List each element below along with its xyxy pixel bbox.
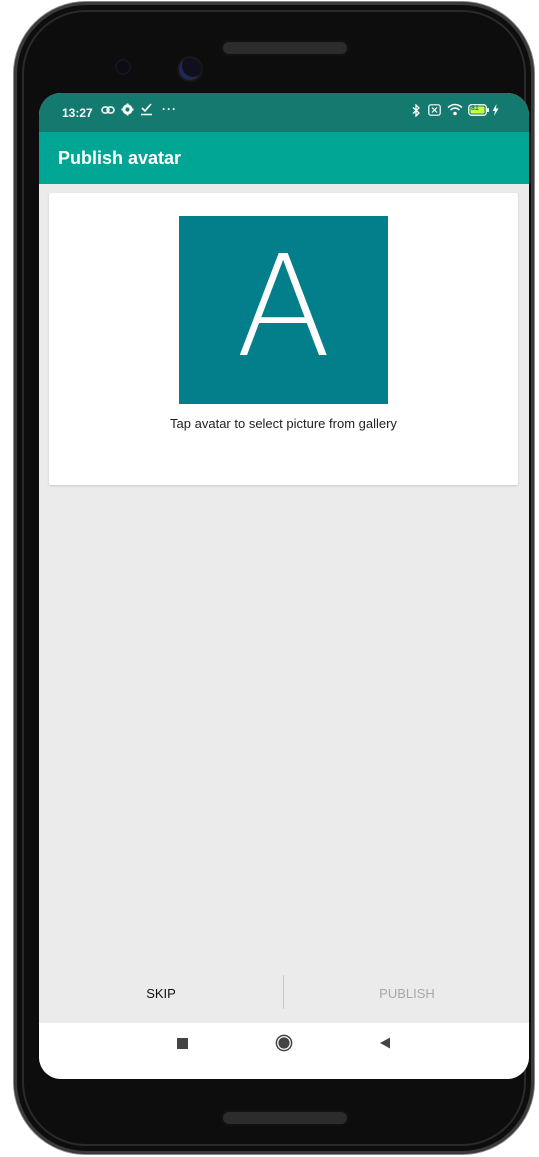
action-bar: SKIP PUBLISH	[39, 963, 529, 1023]
status-time: 13:27	[62, 106, 93, 120]
wifi-icon	[447, 103, 463, 119]
publish-button[interactable]: PUBLISH	[285, 963, 529, 1023]
skip-button[interactable]: SKIP	[39, 963, 283, 1023]
home-button[interactable]	[261, 1023, 307, 1067]
home-circle-icon	[275, 1034, 293, 1057]
recents-button[interactable]	[159, 1023, 205, 1067]
device-screen: 13:27 ··· 81 Publish avatar A Tap avatar…	[39, 93, 529, 1079]
front-camera	[179, 58, 201, 80]
sim-icon	[428, 104, 441, 119]
avatar-letter: A	[235, 226, 332, 389]
proximity-sensor	[117, 61, 129, 73]
avatar-hint-text: Tap avatar to select picture from galler…	[170, 416, 397, 431]
recents-square-icon	[176, 1036, 188, 1054]
system-nav-bar	[39, 1023, 529, 1079]
link-icon	[101, 104, 115, 119]
avatar-card: A Tap avatar to select picture from gall…	[49, 193, 518, 485]
battery-level: 81	[471, 105, 479, 112]
status-bar: 13:27 ··· 81	[39, 93, 529, 132]
gear-icon	[121, 103, 134, 119]
bottom-speaker	[221, 1110, 349, 1126]
bluetooth-icon	[412, 103, 421, 120]
more-icon: ···	[162, 102, 177, 116]
app-bar: Publish avatar	[39, 132, 529, 184]
action-divider	[283, 975, 284, 1009]
back-triangle-icon	[379, 1036, 391, 1054]
back-button[interactable]	[362, 1023, 408, 1067]
page-title: Publish avatar	[58, 148, 182, 168]
earpiece-speaker	[221, 40, 349, 56]
charging-icon	[492, 104, 499, 119]
avatar-picker[interactable]: A	[179, 216, 388, 404]
download-done-icon	[140, 102, 153, 119]
